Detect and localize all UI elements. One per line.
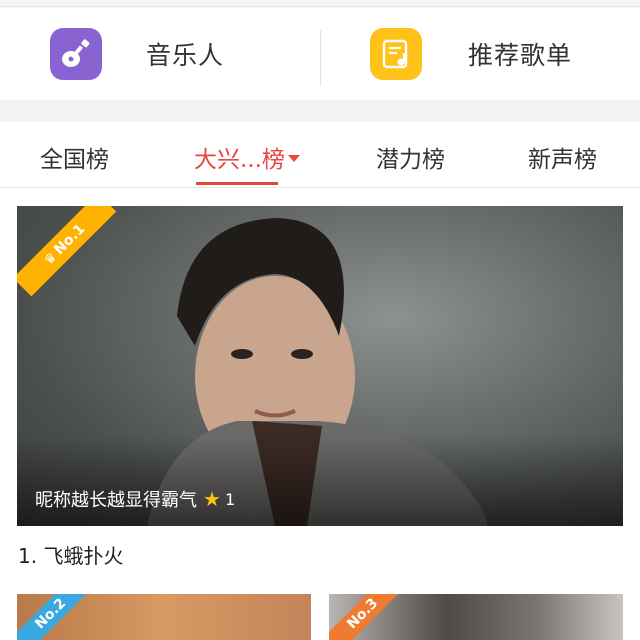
section-gap <box>0 100 640 122</box>
tab-new-voice[interactable]: 新声榜 <box>528 140 597 174</box>
tab-local-dropdown[interactable]: 大兴...榜 <box>194 140 300 174</box>
featured-card[interactable]: ♛ No.1 昵称越长越显得霸气 ★ 1 <box>17 206 623 526</box>
caret-down-icon <box>287 155 300 162</box>
musician-link[interactable]: 音乐人 <box>50 8 224 100</box>
ranking-tabs: 全国榜 大兴...榜 潜力榜 新声榜 <box>0 122 640 188</box>
card-rank-3[interactable]: No.3 <box>329 594 623 640</box>
top-strip <box>0 0 640 8</box>
rank-badge: No.3 <box>329 594 405 640</box>
recommended-playlists-link[interactable]: 推荐歌单 <box>370 8 572 100</box>
caption: 昵称越长越显得霸气 ★ 1 <box>35 486 235 512</box>
musician-label: 音乐人 <box>146 41 225 70</box>
song-title[interactable]: 1. 飞蛾扑火 <box>18 540 123 569</box>
star-count: 1 <box>224 489 236 509</box>
tab-local-label: 大兴...榜 <box>194 147 285 173</box>
caption-gradient <box>17 436 623 526</box>
divider <box>320 30 321 86</box>
rank-badge: No.2 <box>17 594 93 640</box>
card-rank-2[interactable]: No.2 <box>17 594 311 640</box>
tab-potential[interactable]: 潜力榜 <box>376 140 445 174</box>
active-tab-indicator <box>196 182 278 185</box>
artist-nickname: 昵称越长越显得霸气 <box>35 490 197 511</box>
playlist-icon <box>370 28 422 80</box>
recommended-playlists-label: 推荐歌单 <box>468 41 573 70</box>
guitar-icon <box>50 28 102 80</box>
quick-links-bar: 音乐人 推荐歌单 <box>0 8 640 100</box>
star-icon: ★ <box>203 487 221 511</box>
tab-national[interactable]: 全国榜 <box>40 140 109 174</box>
